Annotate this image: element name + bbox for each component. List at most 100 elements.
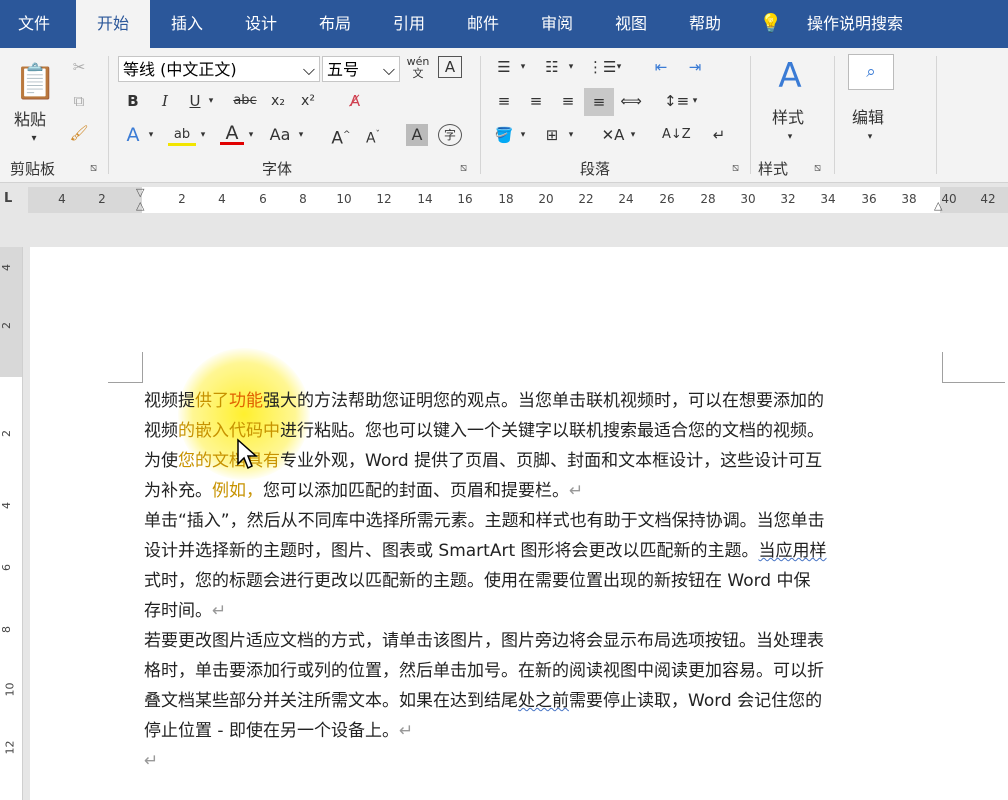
font-launcher-icon[interactable]: ⧅ [460,161,467,175]
styles-button[interactable]: 样式 [772,104,804,128]
tab-help[interactable]: 帮助 [678,0,732,48]
bullets-dropdown-icon[interactable]: ▾ [518,56,528,78]
align-right-icon[interactable]: ≡ [556,90,580,112]
search-icon[interactable]: ⌕ [848,54,894,90]
bold-icon[interactable]: B [124,90,142,112]
shading-icon[interactable]: 🪣 [492,124,516,146]
tab-file[interactable]: 文件 [12,0,56,48]
font-size-combo[interactable]: 五号 ⌵ [322,56,400,82]
hanging-indent-marker[interactable]: △ [136,199,144,212]
asian-layout-dropdown-icon[interactable]: ▾ [628,124,638,146]
bullets-icon[interactable]: ☰ [492,56,516,78]
tell-me-search[interactable]: 操作说明搜索 [790,0,920,48]
document-line[interactable]: 为补充。例如，您可以添加匹配的封面、页眉和提要栏。↵ [144,478,583,504]
increase-indent-icon[interactable]: ⇥ [682,56,708,78]
styles-icon[interactable]: A [770,56,810,96]
format-painter-icon[interactable]: 🖌 [68,122,90,144]
character-border-icon[interactable]: A [438,56,462,78]
character-shading-icon[interactable]: A [406,124,428,146]
ruler-left-margin [28,187,142,213]
font-size-value: 五号 [327,60,360,79]
document-line[interactable]: 存时间。↵ [144,598,226,624]
align-left-icon[interactable]: ≡ [492,90,516,112]
tab-layout[interactable]: 布局 [308,0,362,48]
font-color-dropdown-icon[interactable]: ▾ [246,124,256,146]
multilevel-list-icon[interactable]: ⋮☰ [588,56,616,78]
asian-layout-icon[interactable]: ✕A [600,124,626,146]
multilevel-dropdown-icon[interactable]: ▾ [614,56,624,78]
ruler-tick: 14 [417,192,433,206]
underline-dropdown-icon[interactable]: ▾ [206,90,216,112]
paste-button[interactable]: 粘贴 [14,106,46,130]
show-paragraph-marks-icon[interactable]: ↵ [708,124,730,146]
decrease-indent-icon[interactable]: ⇤ [648,56,674,78]
phonetic-guide-icon[interactable]: wén 文 [404,56,432,80]
distributed-icon[interactable]: ⟺ [618,90,644,112]
document-line[interactable]: 停止位置 - 即使在另一个设备上。↵ [144,718,413,744]
document-line[interactable]: 单击“插入”，然后从不同库中选择所需元素。主题和样式也有助于文档保持协调。当您单… [144,508,825,534]
clipboard-launcher-icon[interactable]: ⧅ [90,161,97,175]
right-indent-marker[interactable]: △ [934,199,942,212]
shading-dropdown-icon[interactable]: ▾ [518,124,528,146]
numbering-icon[interactable]: ☷ [540,56,564,78]
styles-launcher-icon[interactable]: ⧅ [814,161,821,175]
editing-dropdown-icon[interactable]: ▾ [862,126,878,148]
text-effects-dropdown-icon[interactable]: ▾ [146,124,156,146]
clear-formatting-icon[interactable]: A̸ [344,90,366,112]
document-line[interactable]: 式时，您的标题会进行更改以匹配新的主题。使用在需要位置出现的新按钮在 Word … [144,568,811,594]
text-effects-icon[interactable]: A [122,124,144,146]
tab-home[interactable]: 开始 [76,0,150,48]
paragraph-launcher-icon[interactable]: ⧅ [732,161,739,175]
sort-icon[interactable]: A↓Z [662,124,691,146]
document-line[interactable]: 格时，单击要添加行或列的位置，然后单击加号。在新的阅读视图中阅读更加容易。可以折 [144,658,824,684]
underline-icon[interactable]: U [186,90,204,112]
tab-design[interactable]: 设计 [234,0,288,48]
tab-references[interactable]: 引用 [382,0,436,48]
font-color-icon[interactable]: A [220,122,244,145]
copy-icon[interactable]: ⧉ [68,90,90,112]
editing-button[interactable]: 编辑 [852,104,884,128]
document-line[interactable]: 视频提供了功能强大的方法帮助您证明您的观点。当您单击联机视频时，可以在想要添加的 [144,388,824,414]
document-line[interactable]: 设计并选择新的主题时，图片、图表或 SmartArt 图形将会更改以匹配新的主题… [144,538,827,564]
horizontal-ruler[interactable]: 4 2 2 4 6 8 10 12 14 16 18 20 22 24 26 2… [28,186,1008,213]
change-case-icon[interactable]: Aa [266,124,294,146]
strikethrough-icon[interactable]: abc [230,90,260,112]
paste-icon[interactable]: 📋 [14,60,56,104]
shrink-font-icon[interactable]: Aˇ [362,124,384,147]
numbering-dropdown-icon[interactable]: ▾ [566,56,576,78]
document-line[interactable]: ↵ [144,748,158,774]
line-spacing-icon[interactable]: ↕≡ [664,90,689,112]
tab-insert[interactable]: 插入 [160,0,214,48]
subscript-icon[interactable]: x₂ [268,90,288,112]
styles-dropdown-icon[interactable]: ▾ [782,126,798,148]
highlight-dropdown-icon[interactable]: ▾ [198,124,208,146]
tab-review[interactable]: 审阅 [530,0,584,48]
paragraph-mark: ↵ [569,481,584,501]
highlight-color-icon[interactable]: ab [168,124,196,146]
tab-mailings[interactable]: 邮件 [456,0,510,48]
chevron-down-icon[interactable]: ⌵ [303,57,315,83]
highlighted-text: 功能 [229,391,263,411]
superscript-icon[interactable]: x² [298,90,318,112]
font-name-combo[interactable]: 等线 (中文正文) ⌵ [118,56,320,82]
justify-icon[interactable]: ≡ [584,88,614,116]
first-line-indent-marker[interactable]: ▽ [136,186,144,199]
chevron-down-icon[interactable]: ⌵ [383,57,395,83]
vertical-ruler[interactable]: 4 2 2 4 6 8 10 12 [0,247,23,800]
highlighted-text: 的嵌入代码中 [178,421,280,441]
borders-icon[interactable]: ⊞ [540,124,564,146]
paste-dropdown-icon[interactable]: ▾ [24,128,44,150]
document-line[interactable]: 若要更改图片适应文档的方式，请单击该图片，图片旁边将会显示布局选项按钮。当处理表 [144,628,824,654]
change-case-dropdown-icon[interactable]: ▾ [296,124,306,146]
borders-dropdown-icon[interactable]: ▾ [566,124,576,146]
cut-icon[interactable]: ✂ [68,56,90,78]
italic-icon[interactable]: I [156,90,174,112]
document-line[interactable]: 叠文档某些部分并关注所需文本。如果在达到结尾处之前需要停止读取，Word 会记住… [144,688,822,714]
enclose-characters-icon[interactable]: 字 [438,124,462,146]
tab-view[interactable]: 视图 [604,0,658,48]
styles-group-label: 样式 [758,160,789,178]
align-center-icon[interactable]: ≡ [524,90,548,112]
tab-selector-icon[interactable]: L [4,191,12,206]
line-spacing-dropdown-icon[interactable]: ▾ [690,90,700,112]
grow-font-icon[interactable]: A^ [330,124,352,149]
